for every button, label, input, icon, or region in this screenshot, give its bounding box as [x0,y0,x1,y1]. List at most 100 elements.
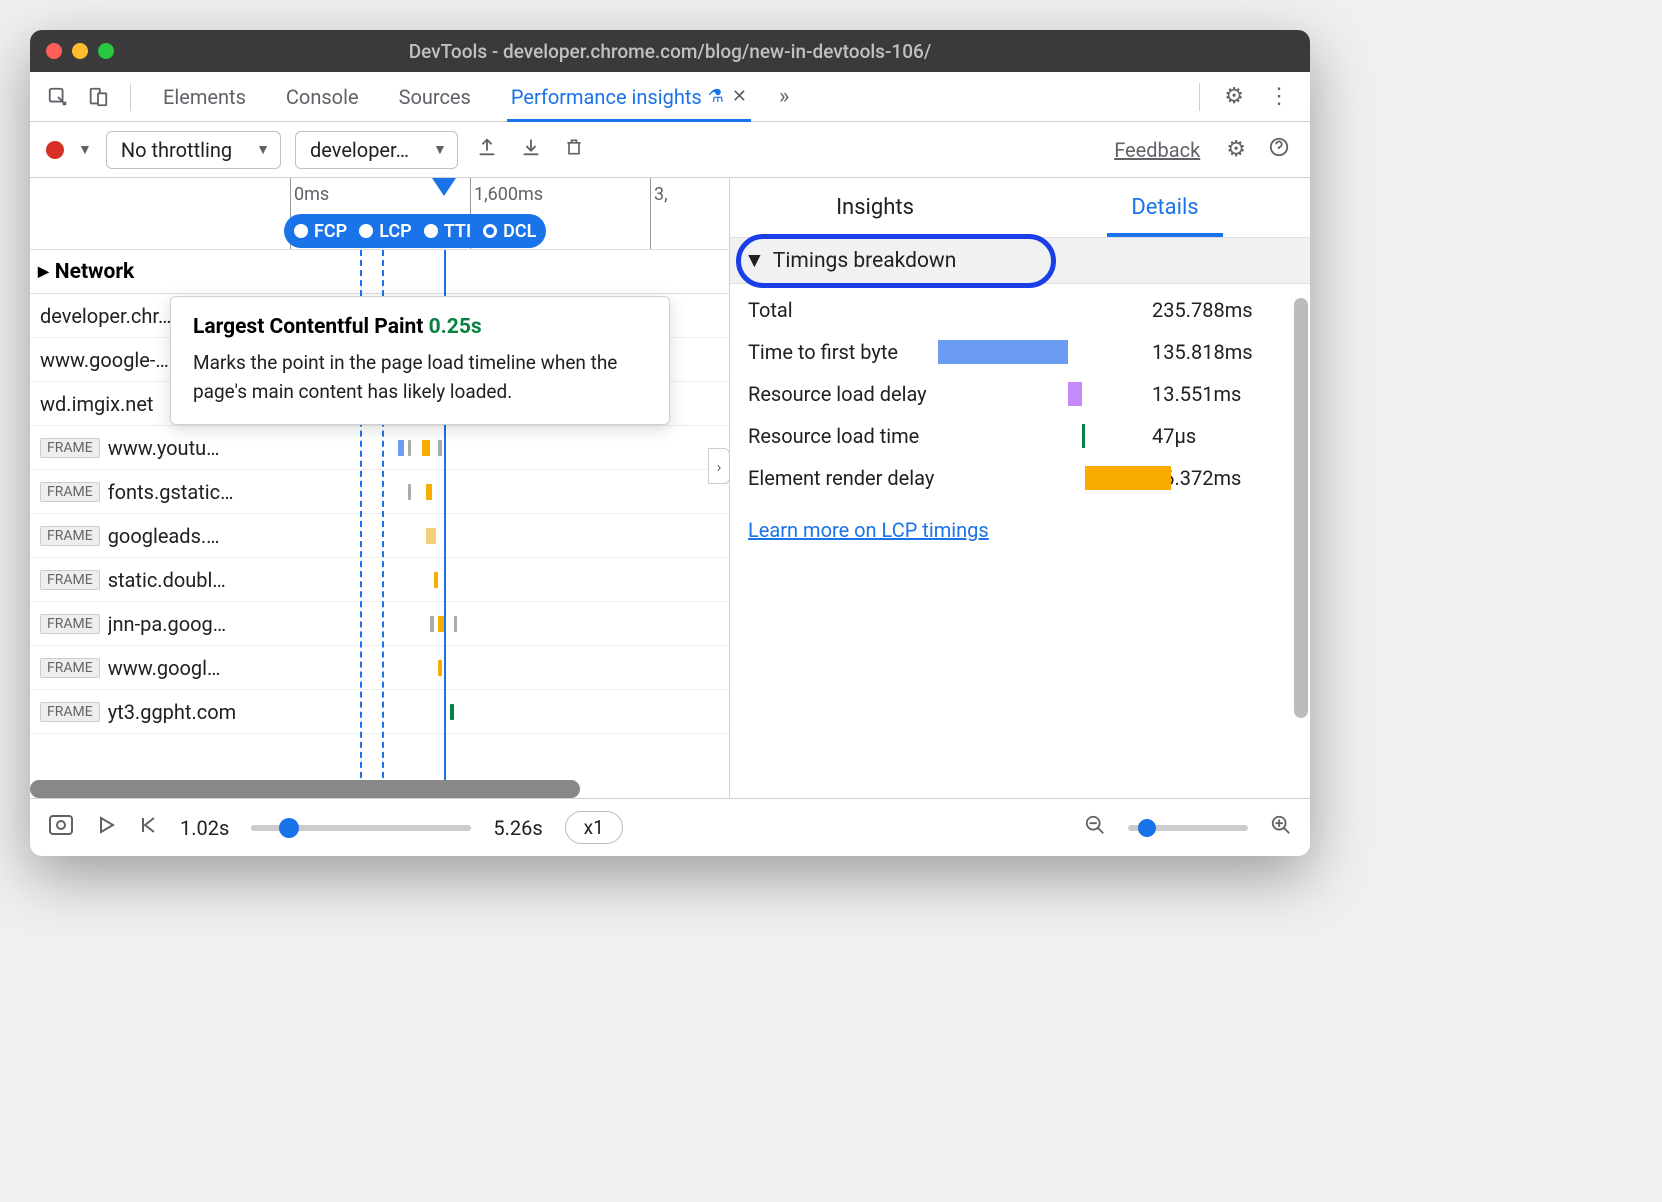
timeline-panel: 0ms 1,600ms 3, FCP LCP TTI DCL [30,178,730,798]
throttling-label: No throttling [121,138,232,162]
network-track [338,602,719,645]
metric-lcp[interactable]: LCP [359,221,411,242]
footer-toolbar: 1.02s 5.26s x1 [30,798,1310,856]
timing-ttfb: Time to first byte 135.818ms [748,340,1292,364]
timing-resource-load-delay: Resource load delay 13.551ms [748,382,1292,406]
tooltip-title: Largest Contentful Paint 0.25s [193,315,647,339]
tab-label: Performance insights [511,85,702,109]
ruler-tick: 1,600ms [474,184,543,205]
frame-badge: FRAME [40,482,100,502]
more-tabs-icon[interactable]: » [779,84,789,109]
network-row[interactable]: FRAME yt3.ggpht.com [30,690,729,734]
overflow-menu-icon[interactable]: ⋮ [1260,84,1298,109]
network-row[interactable]: FRAMEwww.youtu… [30,426,729,470]
window-title: DevTools - developer.chrome.com/blog/new… [30,40,1310,63]
network-row[interactable]: FRAME www.googl… [30,646,729,690]
tab-elements[interactable]: Elements [147,72,262,122]
network-row[interactable]: FRAME static.doubl… [30,558,729,602]
tab-insights[interactable]: Insights [730,178,1020,237]
tab-performance-insights[interactable]: Performance insights ⚗ ✕ [495,72,763,122]
record-menu-icon[interactable]: ▼ [78,141,92,158]
tab-console[interactable]: Console [270,72,375,122]
section-title: Timings breakdown [773,249,957,273]
playback-slider[interactable] [251,825,471,831]
play-icon[interactable] [96,815,116,840]
frame-badge: FRAME [40,658,100,678]
metrics-pill-row: FCP LCP TTI DCL [284,214,546,248]
origin-label: developer… [310,138,409,162]
metric-fcp[interactable]: FCP [294,221,347,242]
network-host: www.youtu… [108,436,338,460]
trash-icon[interactable] [560,136,588,164]
help-icon[interactable] [1264,136,1294,164]
settings-gear-icon[interactable]: ⚙ [1216,84,1252,109]
network-row[interactable]: FRAMEjnn-pa.goog… [30,602,729,646]
panel-settings-icon[interactable]: ⚙ [1222,137,1250,162]
ruler-tick: 0ms [294,184,329,205]
minimize-window-button[interactable] [72,43,88,59]
metric-dcl[interactable]: DCL [483,221,536,242]
network-row[interactable]: FRAME googleads.… [30,514,729,558]
metric-tti[interactable]: TTI [424,221,471,242]
preview-icon[interactable] [48,814,74,841]
frame-badge: FRAME [40,570,100,590]
network-host: yt3.ggpht.com [108,700,338,724]
export-icon[interactable] [472,136,502,164]
horizontal-scrollbar[interactable] [30,780,580,798]
disclosure-triangle-icon[interactable]: ▶ [38,264,49,280]
chevron-down-icon: ▼ [256,141,270,158]
vertical-scrollbar[interactable] [1294,298,1308,718]
traffic-lights [46,43,114,59]
inspect-icon[interactable] [42,81,74,113]
playhead-thumb[interactable] [430,176,458,204]
tab-label: Elements [163,85,246,109]
frame-badge: FRAME [40,702,100,722]
divider [1199,83,1200,111]
tab-details[interactable]: Details [1020,178,1310,237]
close-tab-icon[interactable]: ✕ [732,86,747,107]
import-icon[interactable] [516,136,546,164]
chevron-down-icon: ▼ [433,141,447,158]
disclosure-triangle-icon[interactable]: ▼ [744,249,765,273]
ruler-tick: 3, [654,184,668,205]
details-panel: Insights Details ▼ Timings breakdown Tot… [730,178,1310,798]
frame-badge: FRAME [40,526,100,546]
flask-icon: ⚗ [708,86,724,107]
feedback-link[interactable]: Feedback [1114,138,1200,162]
playback-speed[interactable]: x1 [565,811,623,844]
throttling-dropdown[interactable]: No throttling ▼ [106,131,281,169]
tab-sources[interactable]: Sources [383,72,487,122]
timing-element-render-delay: Element render delay 86.372ms [748,466,1292,490]
learn-more-link[interactable]: Learn more on LCP timings [748,518,1292,542]
lcp-tooltip: Largest Contentful Paint 0.25s Marks the… [170,296,670,425]
network-host: jnn-pa.goog… [108,612,338,636]
zoom-out-icon[interactable] [1084,814,1106,841]
timing-total: Total 235.788ms [748,298,1292,322]
tooltip-value: 0.25s [429,315,482,339]
device-toolbar-icon[interactable] [82,81,114,113]
timing-resource-load-time: Resource load time 47µs [748,424,1292,448]
network-host: static.doubl… [108,568,338,592]
origin-dropdown[interactable]: developer… ▼ [295,131,458,169]
total-time: 5.26s [493,816,542,840]
perf-toolbar: ▼ No throttling ▼ developer… ▼ Feedback … [30,122,1310,178]
timings-breakdown-header[interactable]: ▼ Timings breakdown [730,238,1310,284]
close-window-button[interactable] [46,43,62,59]
section-title: Network [55,260,134,284]
network-track [338,470,719,513]
network-host: googleads.… [108,524,338,548]
main-area: 0ms 1,600ms 3, FCP LCP TTI DCL [30,178,1310,798]
network-section-header[interactable]: ▶ Network [30,250,729,294]
expand-handle[interactable]: › [708,448,730,484]
zoom-in-icon[interactable] [1270,814,1292,841]
tab-label: Sources [399,85,471,109]
tab-label: Console [286,85,359,109]
ruler[interactable]: 0ms 1,600ms 3, FCP LCP TTI DCL [30,178,729,250]
zoom-window-button[interactable] [98,43,114,59]
record-button[interactable] [46,141,64,159]
network-host: www.googl… [108,656,338,680]
zoom-slider[interactable] [1128,825,1248,831]
network-track [338,690,719,733]
network-row[interactable]: FRAMEfonts.gstatic… [30,470,729,514]
skip-back-icon[interactable] [138,815,158,840]
